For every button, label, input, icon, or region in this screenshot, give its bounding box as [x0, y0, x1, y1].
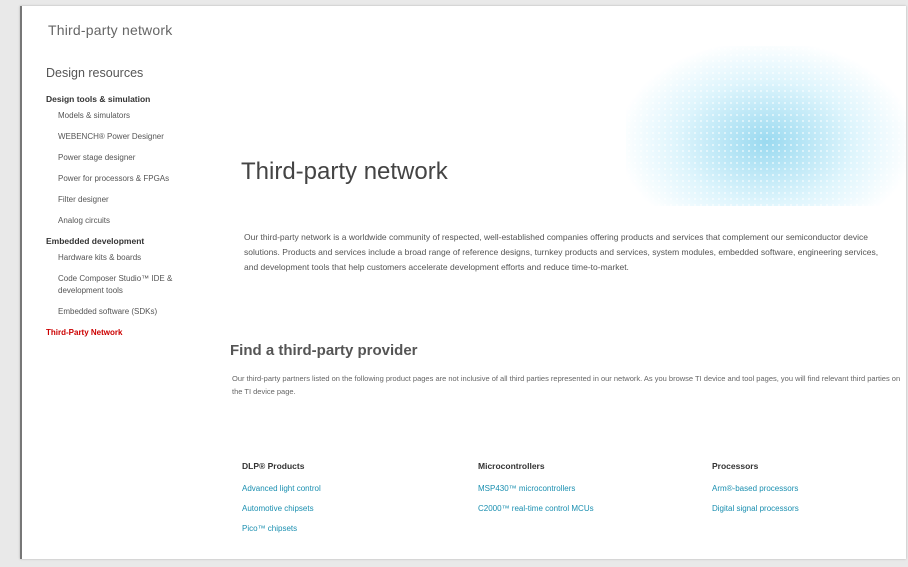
link-automotive-chipsets[interactable]: Automotive chipsets [242, 504, 442, 513]
sidebar-item-webench[interactable]: WEBENCH® Power Designer [58, 131, 188, 143]
column-dlp-products: DLP® Products Advanced light control Aut… [242, 461, 442, 544]
link-arm-processors[interactable]: Arm®-based processors [712, 484, 906, 493]
page-title: Third-party network [241, 158, 448, 186]
sidebar-item-power-stage-designer[interactable]: Power stage designer [58, 152, 188, 164]
sidebar-nav: Design resources Design tools & simulati… [46, 66, 196, 348]
sidebar-group-design-tools[interactable]: Design tools & simulation [46, 94, 196, 104]
sidebar-item-hardware-kits[interactable]: Hardware kits & boards [58, 252, 188, 264]
sidebar-item-code-composer-studio[interactable]: Code Composer Studio™ IDE & development … [58, 273, 188, 297]
sidebar-item-analog-circuits[interactable]: Analog circuits [58, 215, 188, 227]
column-heading: Processors [712, 461, 759, 471]
column-heading: DLP® Products [242, 461, 305, 471]
sidebar-item-third-party-network[interactable]: Third-Party Network [46, 327, 176, 339]
hero-banner-image [626, 46, 906, 206]
find-provider-description: Our third-party partners listed on the f… [232, 373, 901, 396]
link-pico-chipsets[interactable]: Pico™ chipsets [242, 524, 442, 533]
sidebar-heading: Design resources [46, 66, 144, 80]
browser-page: Third-party network Design resources Des… [20, 6, 906, 559]
link-c2000[interactable]: C2000™ real-time control MCUs [478, 504, 678, 513]
sidebar-item-models-simulators[interactable]: Models & simulators [58, 110, 188, 122]
sidebar-item-power-processors-fpgas[interactable]: Power for processors & FPGAs [58, 173, 188, 185]
sidebar-item-embedded-software[interactable]: Embedded software (SDKs) [58, 306, 188, 318]
find-provider-title: Find a third-party provider [230, 342, 418, 360]
column-microcontrollers: Microcontrollers MSP430™ microcontroller… [478, 461, 678, 524]
page-header-title: Third-party network [48, 22, 173, 38]
link-advanced-light-control[interactable]: Advanced light control [242, 484, 442, 493]
link-dsp[interactable]: Digital signal processors [712, 504, 906, 513]
sidebar-item-filter-designer[interactable]: Filter designer [58, 194, 188, 206]
column-processors: Processors Arm®-based processors Digital… [712, 461, 906, 524]
sidebar-group-embedded-development[interactable]: Embedded development [46, 236, 196, 246]
intro-paragraph: Our third-party network is a worldwide c… [244, 231, 879, 272]
link-msp430[interactable]: MSP430™ microcontrollers [478, 484, 678, 493]
column-heading: Microcontrollers [478, 461, 545, 471]
